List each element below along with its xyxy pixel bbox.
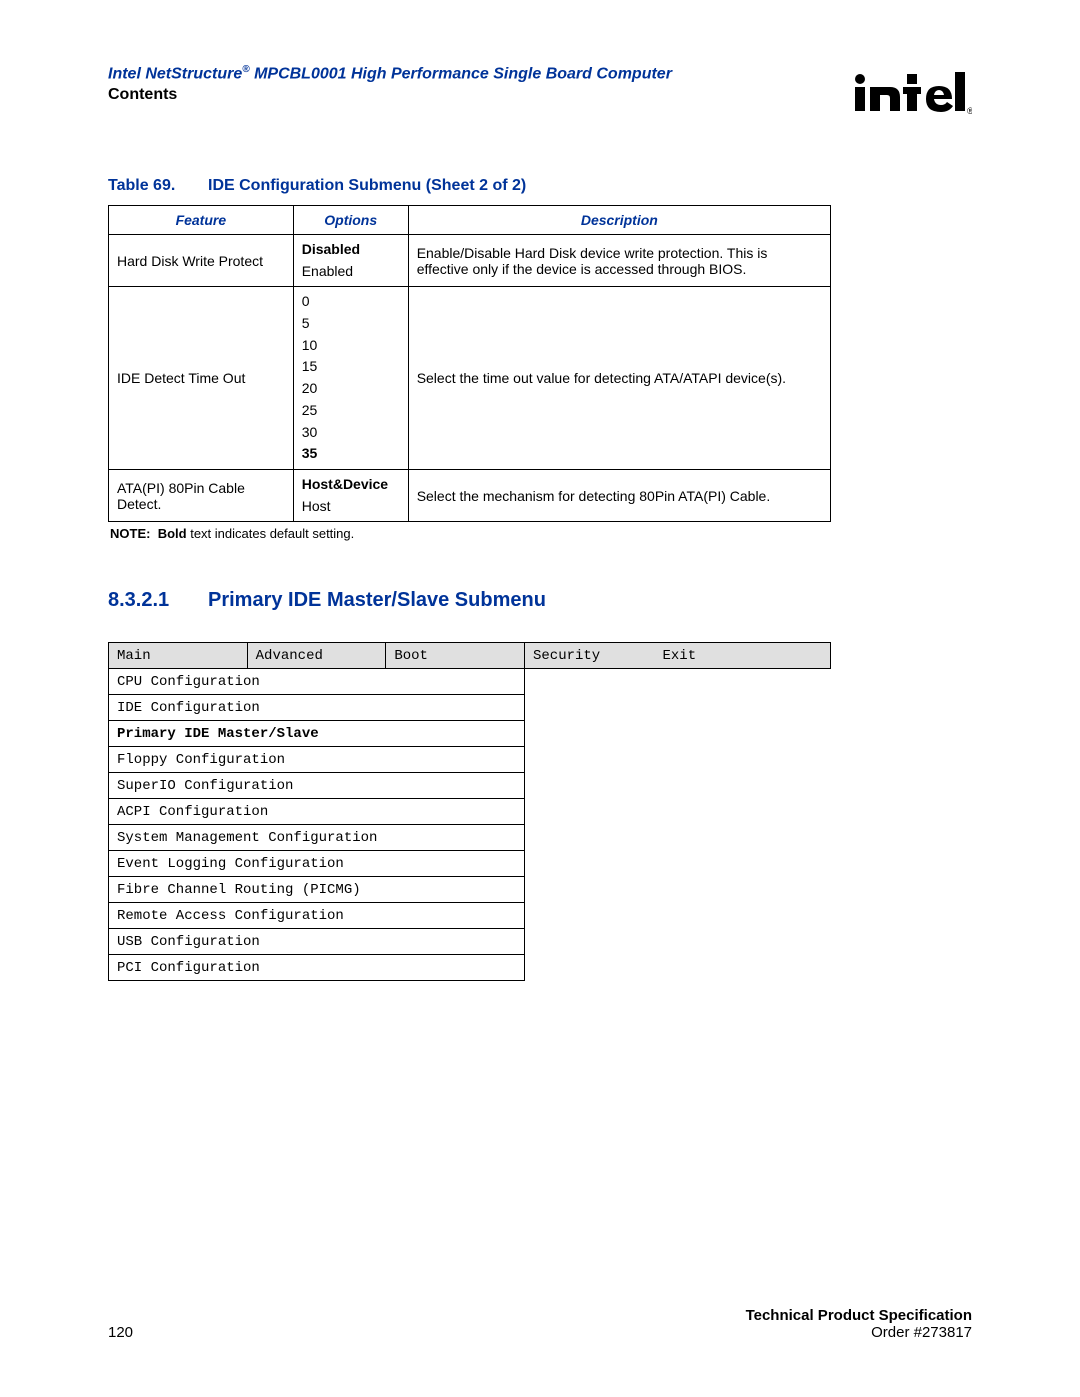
feature-cell: ATA(PI) 80Pin Cable Detect.: [109, 469, 294, 521]
table-number: Table 69.: [108, 177, 208, 195]
bios-tab-boot: Boot: [386, 643, 525, 669]
option-value: Host&Device: [302, 474, 400, 496]
bios-menu-item: System Management Configuration: [109, 825, 525, 851]
bios-tab-advanced: Advanced: [247, 643, 386, 669]
bios-menu-item: PCI Configuration: [109, 955, 525, 981]
table-header-row: Feature Options Description: [109, 206, 831, 235]
section-heading: 8.3.2.1 Primary IDE Master/Slave Submenu: [108, 589, 972, 612]
bios-menu-item: SuperIO Configuration: [109, 773, 525, 799]
table-row: ATA(PI) 80Pin Cable Detect.Host&DeviceHo…: [109, 469, 831, 521]
description-cell: Select the time out value for detecting …: [408, 287, 830, 470]
doc-title-suffix: MPCBL0001 High Performance Single Board …: [250, 65, 672, 82]
bios-tabs-row: Main Advanced Boot Security Exit: [109, 643, 831, 669]
table-title: IDE Configuration Submenu (Sheet 2 of 2): [208, 177, 526, 195]
section-number: 8.3.2.1: [108, 589, 208, 612]
options-cell: 05101520253035: [293, 287, 408, 470]
bios-menu-item: Primary IDE Master/Slave: [109, 721, 525, 747]
table-row: IDE Detect Time Out05101520253035Select …: [109, 287, 831, 470]
table-row: Hard Disk Write ProtectDisabledEnabledEn…: [109, 235, 831, 287]
bios-menu-item: ACPI Configuration: [109, 799, 525, 825]
bios-menu-row: Event Logging Configuration: [109, 851, 831, 877]
description-cell: Select the mechanism for detecting 80Pin…: [408, 469, 830, 521]
option-value: 0: [302, 291, 400, 313]
ide-config-table: Feature Options Description Hard Disk Wr…: [108, 205, 831, 522]
bios-tab-exit: Exit: [655, 643, 791, 669]
page-header: Intel NetStructure® MPCBL0001 High Perfo…: [108, 64, 972, 121]
bios-tab-spacer: [791, 643, 831, 669]
footer-right: Technical Product Specification Order #2…: [746, 1307, 972, 1341]
table-note: NOTE: Bold text indicates default settin…: [110, 526, 972, 541]
option-value: 15: [302, 356, 400, 378]
svg-text:®: ®: [967, 106, 972, 116]
page-footer: 120 Technical Product Specification Orde…: [108, 1307, 972, 1341]
options-cell: Host&DeviceHost: [293, 469, 408, 521]
note-label: NOTE:: [110, 526, 150, 541]
bios-menu-item: USB Configuration: [109, 929, 525, 955]
description-cell: Enable/Disable Hard Disk device write pr…: [408, 235, 830, 287]
bios-menu-row: IDE Configuration: [109, 695, 831, 721]
bios-menu-row: SuperIO Configuration: [109, 773, 831, 799]
bios-menu-table: Main Advanced Boot Security Exit CPU Con…: [108, 642, 831, 981]
bios-menu-item: Remote Access Configuration: [109, 903, 525, 929]
bios-menu-row: Fibre Channel Routing (PICMG): [109, 877, 831, 903]
feature-cell: Hard Disk Write Protect: [109, 235, 294, 287]
bios-tab-main: Main: [109, 643, 248, 669]
option-value: Host: [302, 496, 400, 518]
intel-logo: ®: [852, 64, 972, 121]
bios-menu-item: CPU Configuration: [109, 669, 525, 695]
option-value: Disabled: [302, 239, 400, 261]
bios-menu-item: Event Logging Configuration: [109, 851, 525, 877]
intel-logo-icon: ®: [852, 66, 972, 116]
section-title: Primary IDE Master/Slave Submenu: [208, 589, 546, 612]
option-value: 10: [302, 335, 400, 357]
contents-label: Contents: [108, 86, 852, 104]
bios-menu-item: IDE Configuration: [109, 695, 525, 721]
option-value: 25: [302, 400, 400, 422]
note-bold-word: Bold: [158, 526, 187, 541]
option-value: Enabled: [302, 261, 400, 283]
bios-menu-row: PCI Configuration: [109, 955, 831, 981]
footer-order-number: Order #273817: [746, 1324, 972, 1341]
document-title: Intel NetStructure® MPCBL0001 High Perfo…: [108, 64, 852, 84]
bios-menu-row: Primary IDE Master/Slave: [109, 721, 831, 747]
registered-mark: ®: [242, 64, 249, 75]
feature-cell: IDE Detect Time Out: [109, 287, 294, 470]
option-value: 20: [302, 378, 400, 400]
col-header-description: Description: [408, 206, 830, 235]
col-header-feature: Feature: [109, 206, 294, 235]
option-value: 30: [302, 422, 400, 444]
header-text-block: Intel NetStructure® MPCBL0001 High Perfo…: [108, 64, 852, 104]
bios-menu-row: System Management Configuration: [109, 825, 831, 851]
option-value: 5: [302, 313, 400, 335]
bios-tab-security: Security: [525, 643, 655, 669]
bios-menu-row: USB Configuration: [109, 929, 831, 955]
note-rest: text indicates default setting.: [187, 526, 355, 541]
doc-title-prefix: Intel NetStructure: [108, 65, 242, 82]
bios-menu-item: Floppy Configuration: [109, 747, 525, 773]
options-cell: DisabledEnabled: [293, 235, 408, 287]
bios-menu-item: Fibre Channel Routing (PICMG): [109, 877, 525, 903]
bios-menu-row: CPU Configuration: [109, 669, 831, 695]
bios-menu-row: Floppy Configuration: [109, 747, 831, 773]
col-header-options: Options: [293, 206, 408, 235]
footer-spec-title: Technical Product Specification: [746, 1307, 972, 1324]
page-number: 120: [108, 1324, 133, 1341]
bios-menu-row: ACPI Configuration: [109, 799, 831, 825]
bios-menu-row: Remote Access Configuration: [109, 903, 831, 929]
option-value: 35: [302, 443, 400, 465]
table-caption: Table 69. IDE Configuration Submenu (She…: [108, 177, 972, 195]
